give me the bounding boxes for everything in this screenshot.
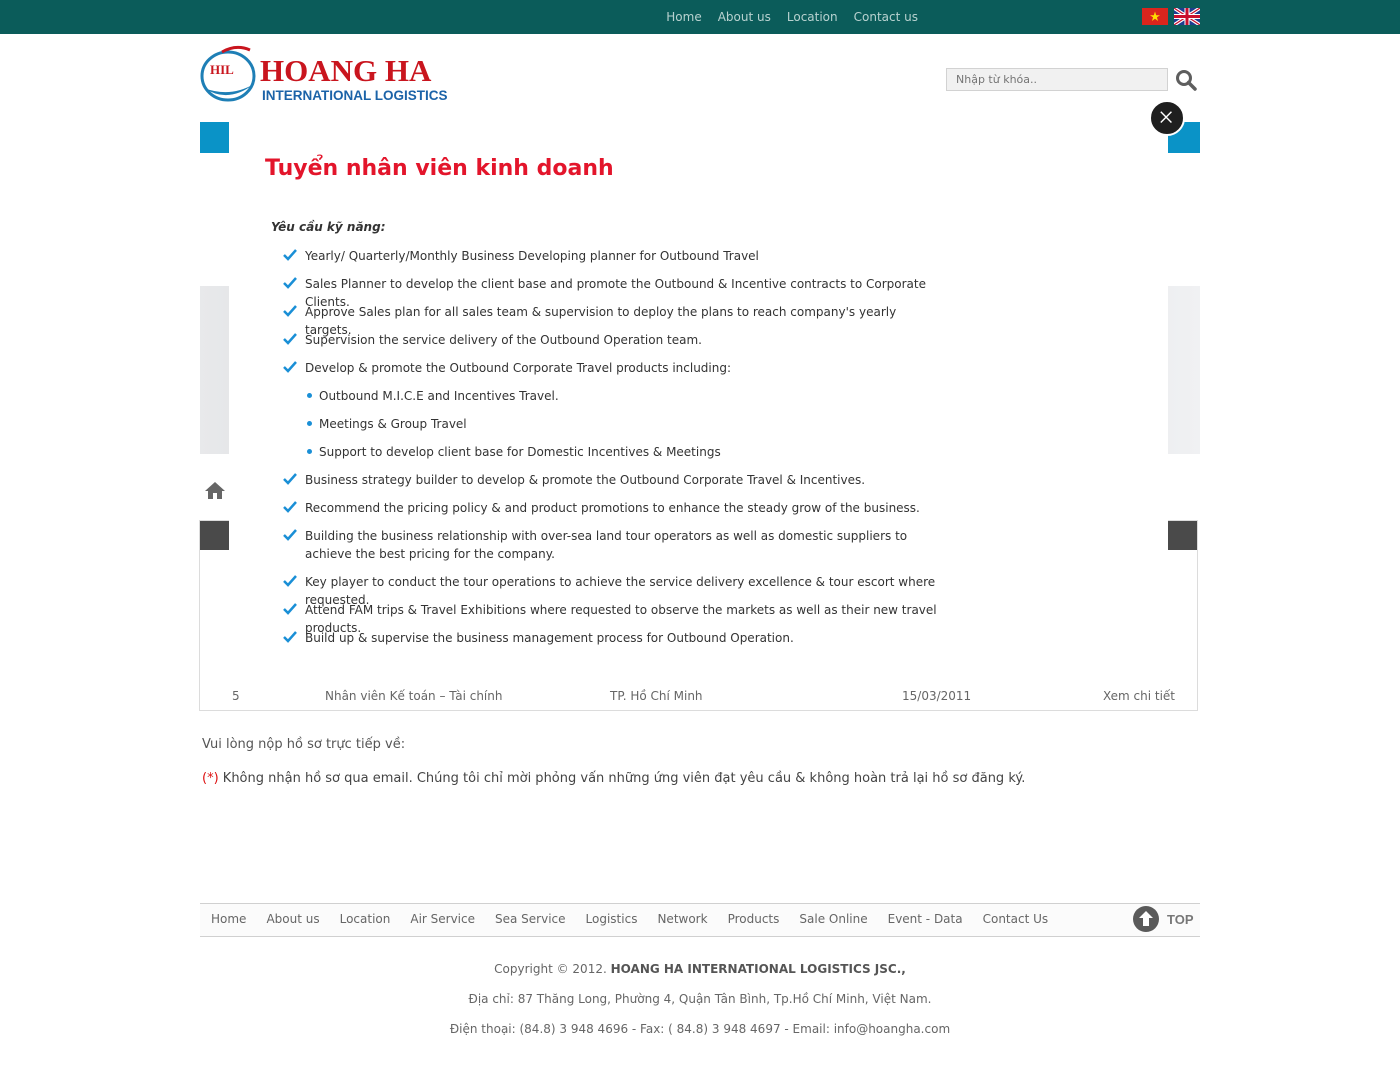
check-icon [283,529,297,541]
check-icon [283,333,297,345]
bullet-dot [307,421,312,426]
sub-item: Meetings & Group Travel [307,415,467,433]
requirement-text: Yearly/ Quarterly/Monthly Business Devel… [305,249,759,263]
check-icon [283,277,297,289]
requirement-item: Supervision the service delivery of the … [283,331,945,349]
check-icon [283,305,297,317]
check-icon [283,631,297,643]
requirements-label: Yêu cầu kỹ năng: [271,220,386,234]
check-icon [283,575,297,587]
requirement-text: Supervision the service delivery of the … [305,333,702,347]
requirement-item: Develop & promote the Outbound Corporate… [283,359,945,377]
requirement-item: Yearly/ Quarterly/Monthly Business Devel… [283,247,945,265]
requirement-text: Recommend the pricing policy & and produ… [305,501,920,515]
bullet-dot [307,393,312,398]
requirement-item: Recommend the pricing policy & and produ… [283,499,945,517]
check-icon [283,249,297,261]
requirement-text: Build up & supervise the business manage… [305,631,794,645]
requirement-text: Develop & promote the Outbound Corporate… [305,361,732,375]
bullet-dot [307,449,312,454]
requirement-text: Building the business relationship with … [305,529,908,561]
check-icon [283,361,297,373]
modal-title: Tuyển nhân viên kinh doanh [265,156,614,181]
sub-item: Outbound M.I.C.E and Incentives Travel. [307,387,559,405]
requirement-text: Business strategy builder to develop & p… [305,473,866,487]
sub-item-text: Meetings & Group Travel [319,417,467,431]
requirement-item: Building the business relationship with … [283,527,945,563]
check-icon [283,501,297,513]
sub-item: Support to develop client base for Domes… [307,443,721,461]
requirement-item: Business strategy builder to develop & p… [283,471,945,489]
job-modal: Tuyển nhân viên kinh doanh Yêu cầu kỹ nă… [229,118,1168,687]
close-icon[interactable] [1149,100,1185,136]
check-icon [283,473,297,485]
sub-item-text: Outbound M.I.C.E and Incentives Travel. [319,389,559,403]
check-icon [283,603,297,615]
requirement-item: Build up & supervise the business manage… [283,629,945,647]
sub-item-text: Support to develop client base for Domes… [319,445,721,459]
